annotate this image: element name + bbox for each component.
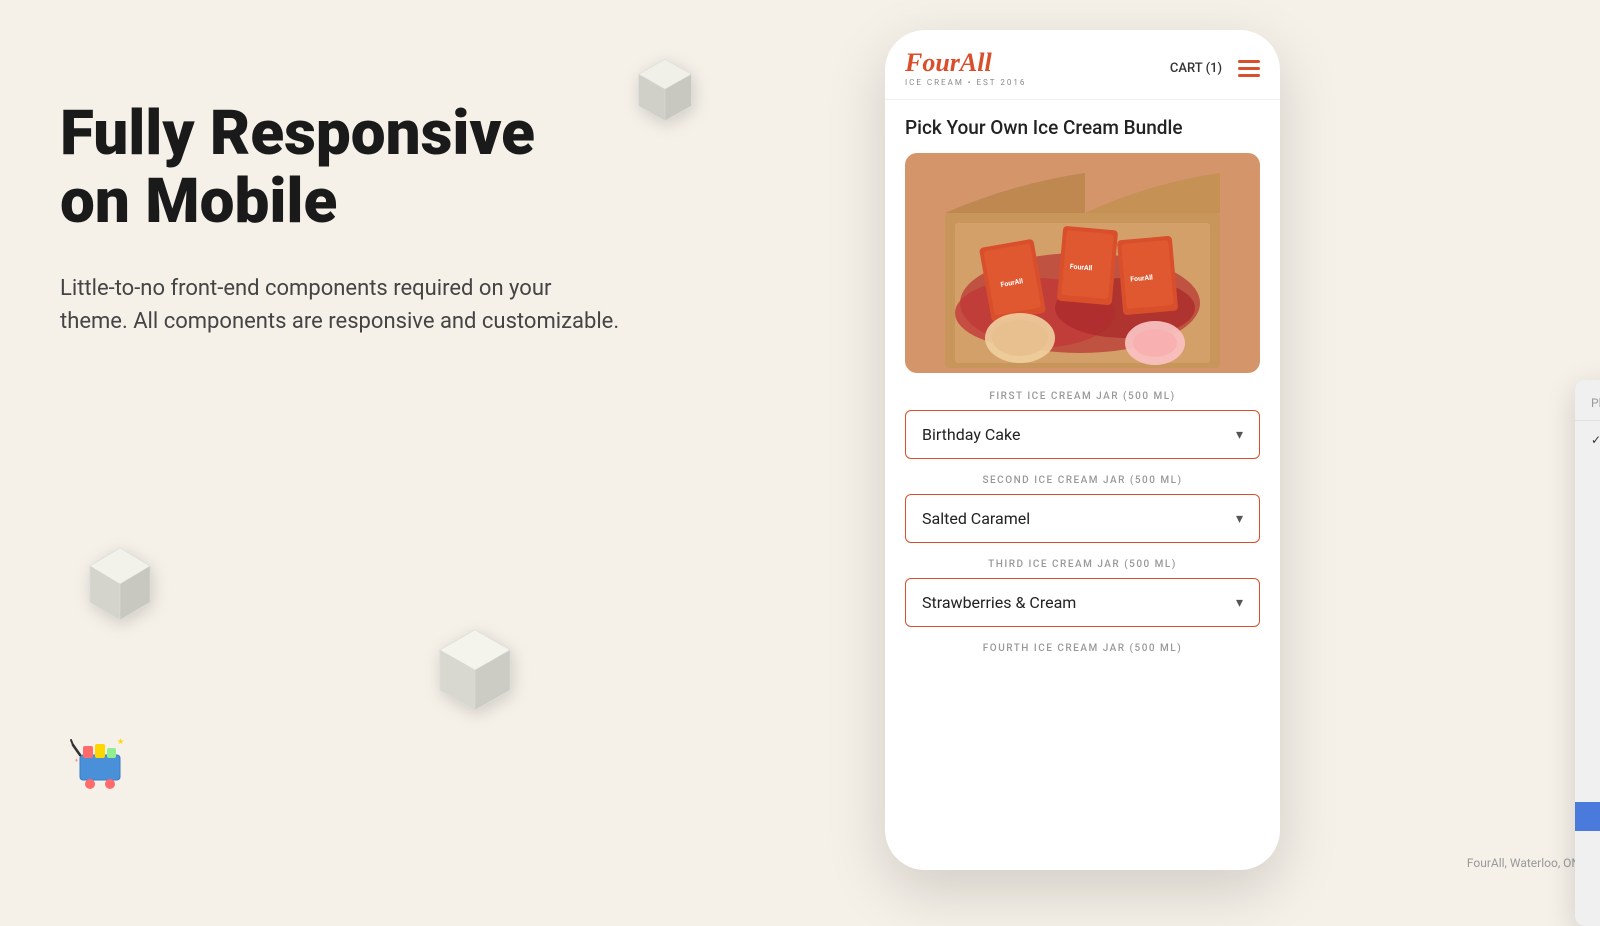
header-right: CART (1): [1170, 60, 1260, 77]
dropdown-item[interactable]: Chocolate Chip Cookie Dough: [1575, 483, 1600, 512]
hamburger-menu-icon[interactable]: [1238, 60, 1260, 77]
jar3-label: THIRD ICE CREAM JAR (500 ML): [905, 559, 1260, 570]
logo-subtitle: ICE CREAM • EST 2016: [905, 78, 1026, 87]
product-page-title: Pick Your Own Ice Cream Bundle: [905, 116, 1260, 139]
footer-location: FourAll, Waterloo, ON: [1467, 856, 1580, 870]
left-content-area: Fully Responsive on Mobile Little-to-no …: [60, 100, 680, 338]
decorative-cube-1: [630, 55, 700, 125]
dropdown-header-text: Please select an option: [1575, 388, 1600, 421]
dropdown-item[interactable]: Lemon Coconut Bar (Vegan): [1575, 686, 1600, 715]
jar3-value: Strawberries & Cream: [922, 593, 1076, 612]
dropdown-item[interactable]: Strawberries & Cream: [1575, 831, 1600, 860]
dropdown-item[interactable]: Hokey Pokey: [1575, 628, 1600, 657]
decorative-cube-3: [420, 620, 530, 730]
dropdown-item[interactable]: Key Lime Pie: [1575, 657, 1600, 686]
mobile-device-mockup: FourAll ICE CREAM • EST 2016 CART (1) Pi…: [885, 30, 1280, 870]
mobile-header: FourAll ICE CREAM • EST 2016 CART (1): [885, 30, 1280, 100]
dropdown-item[interactable]: Mint Fudge Ripple (Vegan): [1575, 773, 1600, 802]
jar3-select[interactable]: Strawberries & Cream ▾: [905, 578, 1260, 627]
dropdown-item[interactable]: Chocolate Brownie Chunk (Vegan): [1575, 454, 1600, 483]
dropdown-item[interactable]: ✓Birthday Cake: [1575, 425, 1600, 454]
dropdown-item[interactable]: Maple Creme Brulee: [1575, 744, 1600, 773]
main-heading: Fully Responsive on Mobile: [60, 100, 680, 236]
shopping-cart-icon: ★ ♦: [65, 730, 135, 800]
dropdown-item[interactable]: Chocolate Milk: [1575, 512, 1600, 541]
jar1-value: Birthday Cake: [922, 425, 1020, 444]
product-image: FourAll FourAll FourAll: [905, 153, 1260, 373]
svg-text:★: ★: [117, 737, 124, 746]
dropdown-item[interactable]: Salted Caramel: [1575, 802, 1600, 831]
brand-logo: FourAll ICE CREAM • EST 2016: [905, 50, 1026, 87]
jar2-value: Salted Caramel: [922, 509, 1030, 528]
dropdown-item[interactable]: Vanilla Bean: [1575, 860, 1600, 889]
sub-description: Little-to-no front-end components requir…: [60, 272, 620, 338]
flavor-dropdown-panel: Please select an option ✓Birthday CakeCh…: [1575, 380, 1600, 926]
jar4-label: FOURTH ICE CREAM JAR (500 ML): [905, 643, 1260, 654]
jar2-select[interactable]: Salted Caramel ▾: [905, 494, 1260, 543]
jar1-arrow-icon: ▾: [1236, 427, 1243, 443]
dropdown-item[interactable]: Goose Tracks: [1575, 570, 1600, 599]
check-mark-icon: ✓: [1591, 433, 1600, 447]
jar2-arrow-icon: ▾: [1236, 511, 1243, 527]
mobile-content-area: Pick Your Own Ice Cream Bundle Fo: [885, 100, 1280, 860]
jar1-select[interactable]: Birthday Cake ▾: [905, 410, 1260, 459]
product-image-visual: FourAll FourAll FourAll: [905, 153, 1260, 373]
svg-text:♦: ♦: [75, 757, 78, 764]
dropdown-item[interactable]: Wide Wide World: [1575, 889, 1600, 918]
dropdown-item[interactable]: Espresso Chip: [1575, 715, 1600, 744]
jar2-label: SECOND ICE CREAM JAR (500 ML): [905, 475, 1260, 486]
dropdown-item[interactable]: High Tea: [1575, 599, 1600, 628]
cart-label[interactable]: CART (1): [1170, 61, 1222, 76]
decorative-cube-2: [75, 540, 165, 630]
jar3-arrow-icon: ▾: [1236, 595, 1243, 611]
logo-text: FourAll: [905, 50, 992, 76]
jar1-label: FIRST ICE CREAM JAR (500 ML): [905, 391, 1260, 402]
dropdown-item[interactable]: Cookies & Cream: [1575, 541, 1600, 570]
